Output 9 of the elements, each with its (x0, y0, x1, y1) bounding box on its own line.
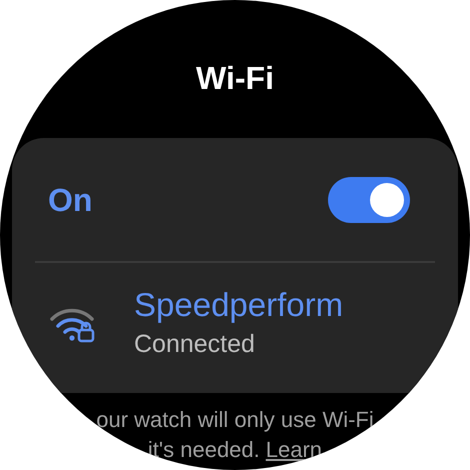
wifi-switch[interactable] (328, 176, 410, 222)
network-status: Connected (134, 329, 256, 360)
toggle-label: On (48, 180, 92, 220)
network-item[interactable]: Speedperform Connected (12, 263, 458, 383)
footer-text: it's needed. (148, 436, 260, 464)
learn-more-link[interactable]: Learn (266, 435, 322, 465)
screen-title: Wi-Fi (196, 59, 274, 98)
network-name: Speedperform (134, 285, 344, 325)
footer-text: our watch will only use Wi-Fi (96, 406, 374, 434)
